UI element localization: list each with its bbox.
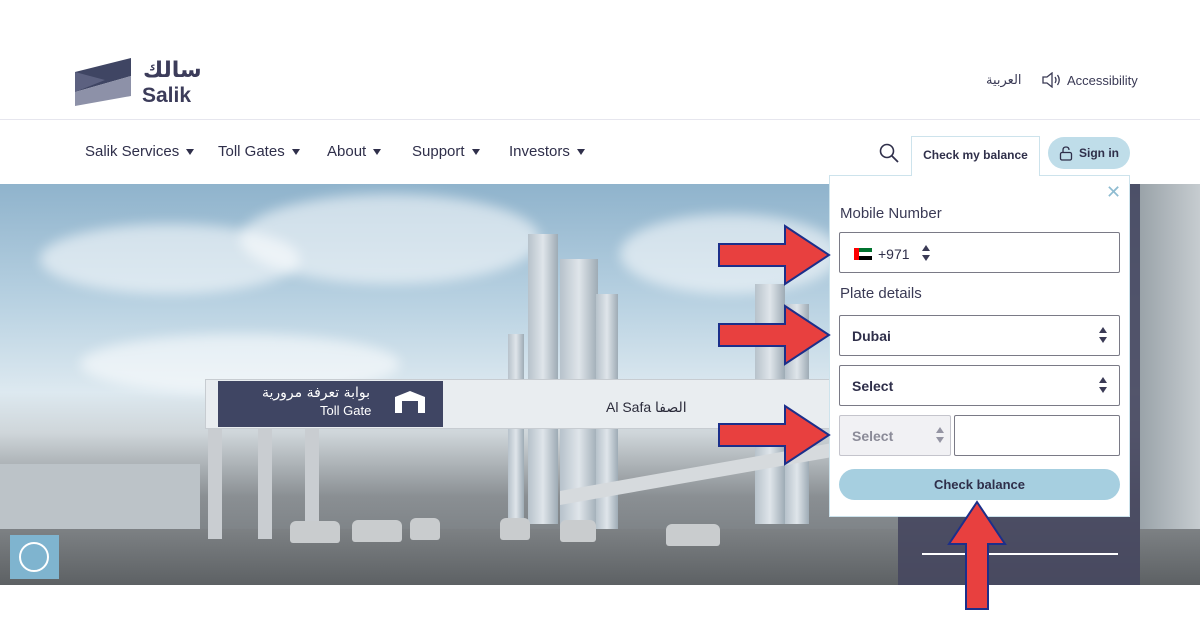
- speaker-icon: [1042, 72, 1060, 88]
- sign-in-label: Sign in: [1079, 146, 1119, 160]
- nav-item-label: Toll Gates: [218, 143, 285, 160]
- nav-item-label: About: [327, 143, 367, 160]
- search-icon[interactable]: [879, 143, 899, 163]
- plate-code-select-chevron-icon: [935, 427, 945, 445]
- al-safa-sign-text: Al Safa الصفا: [606, 399, 687, 415]
- toll-gate-symbol-icon: [395, 391, 425, 413]
- logo-arabic-text: سالك: [143, 58, 202, 83]
- nav-item-label: Salik Services: [85, 143, 180, 160]
- nav-item-label: Investors: [509, 143, 570, 160]
- check-my-balance-tab[interactable]: Check my balance: [911, 136, 1040, 176]
- plate-number-input[interactable]: [954, 415, 1120, 456]
- chat-smiley-icon: [19, 542, 49, 572]
- accessibility-button[interactable]: Accessibility: [1042, 72, 1138, 88]
- nav-item-label: Support: [412, 143, 465, 160]
- country-code-spinner-icon[interactable]: [921, 245, 931, 263]
- nav-item-support[interactable]: Support: [412, 143, 480, 160]
- chat-button[interactable]: [10, 535, 59, 579]
- annotation-arrow-right-icon: [718, 304, 831, 366]
- country-code-value[interactable]: +971: [878, 246, 910, 262]
- nav-item-salik-services[interactable]: Salik Services: [85, 143, 195, 160]
- plate-details-label: Plate details: [840, 285, 922, 302]
- sign-in-button[interactable]: Sign in: [1048, 137, 1130, 169]
- plate-code-select-value: Select: [852, 428, 894, 444]
- accessibility-label: Accessibility: [1067, 72, 1138, 88]
- caret-down-icon: [576, 148, 585, 155]
- nav-item-toll-gates[interactable]: Toll Gates: [218, 143, 300, 160]
- salik-logo-mark-icon: [75, 58, 131, 106]
- caret-down-icon: [373, 148, 382, 155]
- caret-down-icon: [186, 148, 195, 155]
- annotation-arrow-right-icon: [718, 404, 831, 466]
- plate-source-select-value: Select: [852, 378, 894, 394]
- uae-flag-icon: [854, 248, 872, 260]
- emirate-select-value: Dubai: [852, 328, 891, 344]
- toll-gate-arabic-text: بوابة تعرفة مرورية: [262, 385, 371, 401]
- logo-english-text: Salik: [142, 84, 192, 107]
- annotation-arrow-up-icon: [947, 500, 1007, 610]
- top-header: سالك Salik العربية Accessibility: [0, 0, 1200, 120]
- plate-source-select-chevron-icon: [1098, 377, 1108, 395]
- caret-down-icon: [291, 148, 300, 155]
- nav-item-about[interactable]: About: [327, 143, 382, 160]
- language-switch-link[interactable]: العربية: [986, 73, 1022, 88]
- check-balance-button[interactable]: Check balance: [839, 469, 1120, 500]
- toll-gate-english-text: Toll Gate: [320, 403, 372, 418]
- close-icon[interactable]: ✕: [1106, 182, 1121, 203]
- annotation-arrow-right-icon: [718, 224, 831, 286]
- caret-down-icon: [471, 148, 480, 155]
- salik-logo[interactable]: سالك Salik: [75, 58, 215, 108]
- emirate-select-chevron-icon: [1098, 327, 1108, 345]
- nav-item-investors[interactable]: Investors: [509, 143, 585, 160]
- lock-icon: [1059, 145, 1073, 161]
- mobile-number-label: Mobile Number: [840, 205, 942, 222]
